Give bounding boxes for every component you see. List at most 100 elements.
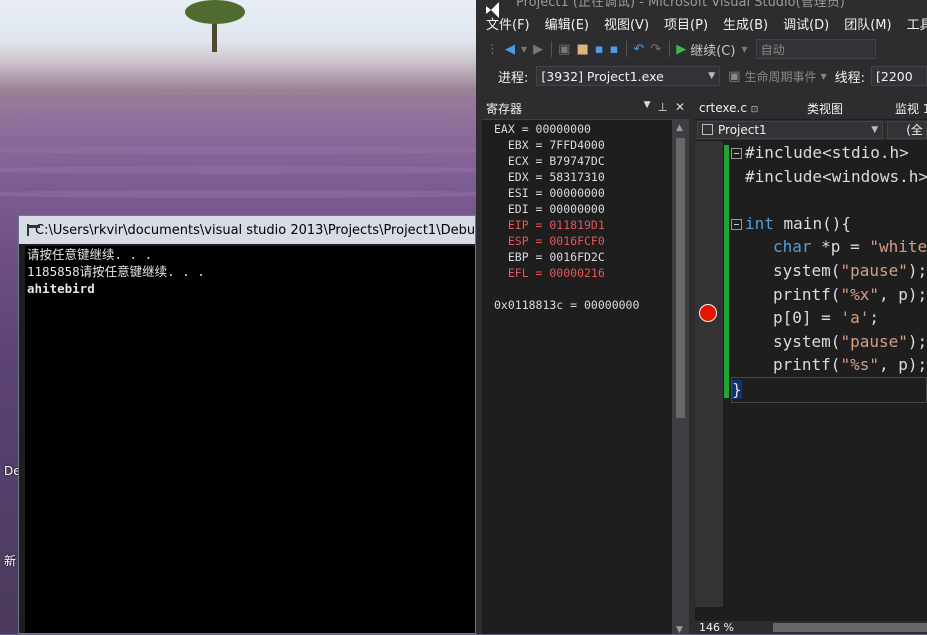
breakpoint-icon[interactable] (699, 304, 717, 322)
register-row: EBX = 7FFD4000 (494, 138, 605, 152)
breakpoint-gutter[interactable] (695, 141, 723, 607)
tab-watch-1[interactable]: 监视 1 (895, 100, 927, 117)
register-row: EFL = 00000216 (494, 266, 605, 280)
code-text: system("pause"); (773, 331, 927, 351)
menu-file[interactable]: 文件(F) (486, 14, 530, 33)
project-select[interactable]: Project1 ▼ (697, 121, 884, 139)
scroll-up-icon[interactable]: ▲ (676, 123, 683, 133)
thread-label: 线程: (834, 70, 865, 86)
code-line[interactable]: p[0] = 'a'; (731, 306, 927, 330)
lifecycle-events-icon[interactable]: ▣ (728, 69, 740, 84)
collapse-icon[interactable] (731, 218, 742, 230)
toolbar-grip-icon: ⋮ (486, 41, 499, 57)
change-tracking-bar (724, 145, 729, 398)
code-text: char *p = "whitebird"; (773, 237, 927, 257)
menu-project[interactable]: 项目(P) (664, 14, 708, 33)
desktop-icon-label[interactable]: 新 (4, 552, 16, 569)
code-text: printf("%s", p); (773, 355, 927, 375)
console-line: 1185858请按任意键继续. . . (27, 264, 205, 279)
register-row: EAX = 00000000 (494, 122, 591, 136)
redo-icon[interactable]: ↷ (650, 42, 661, 57)
console-line: ahitebird (27, 281, 95, 296)
code-text: int main(){ (745, 213, 851, 233)
navigation-bar: Project1 ▼ (全 (695, 120, 927, 140)
standard-toolbar: ⋮ ◀ ▼ ▶ ▣ ■ ▪ ▪ ↶ ↷ ▶ 继续(C) ▼ 自动 (476, 36, 927, 62)
continue-icon[interactable]: ▶ (676, 42, 686, 57)
project-icon (702, 124, 713, 135)
undo-icon[interactable]: ↶ (633, 42, 644, 57)
chevron-down-icon[interactable]: ▼ (820, 72, 826, 81)
process-label: 进程: (498, 70, 529, 86)
code-text: #include<windows.h> (745, 166, 927, 186)
menu-debug[interactable]: 调试(D) (783, 14, 829, 33)
menu-tools[interactable]: 工具 (907, 14, 927, 33)
console-output[interactable]: 请按任意键继续. . . 1185858请按任意键继续. . . ahitebi… (25, 246, 475, 633)
code-line[interactable]: char *p = "whitebird"; (731, 235, 927, 259)
visual-studio-window[interactable]: Project1 (正在调试) - Microsoft Visual Studi… (476, 0, 927, 635)
memory-watch-value: 0x0118813c = 00000000 (494, 298, 640, 312)
tab-crtexe[interactable]: crtexe.c ⊡ (699, 101, 758, 115)
console-window[interactable]: C:\Users\rkvir\documents\visual studio 2… (18, 215, 476, 634)
menu-bar: Project1 (正在调试) - Microsoft Visual Studi… (476, 0, 927, 34)
continue-button[interactable]: 继续(C) (690, 40, 735, 59)
code-line[interactable]: int main(){ (731, 212, 927, 236)
code-line[interactable]: printf("%x", p); (731, 283, 927, 307)
window-title: Project1 (正在调试) - Microsoft Visual Studi… (516, 0, 845, 10)
solution-config-select[interactable]: 自动 (755, 39, 876, 59)
menu-edit[interactable]: 编辑(E) (545, 14, 589, 33)
code-line[interactable]: #include<windows.h> (731, 165, 927, 189)
console-app-icon (27, 224, 40, 236)
code-line[interactable]: printf("%s", p); (731, 353, 927, 377)
new-project-icon[interactable]: ▣ (558, 42, 570, 57)
chevron-down-icon: ▼ (871, 125, 879, 135)
code-editor[interactable]: crtexe.c ⊡ 类视图 监视 1 Project1 ▼ (全 #inclu… (695, 97, 927, 634)
navigate-forward-icon[interactable]: ▶ (533, 42, 543, 57)
tab-label: crtexe.c (699, 101, 747, 115)
collapse-icon[interactable] (731, 148, 742, 159)
scope-select[interactable]: (全 (887, 121, 927, 139)
scrollbar-thumb[interactable] (676, 138, 685, 418)
registers-title: 寄存器 (486, 101, 523, 116)
dropdown-arrow-icon[interactable]: ▼ (521, 45, 527, 54)
continue-dropdown-icon[interactable]: ▼ (741, 45, 747, 54)
horizontal-scrollbar[interactable] (773, 623, 927, 632)
thread-select[interactable]: [2200 (871, 66, 927, 86)
code-text: p[0] = 'a'; (773, 308, 879, 328)
register-row: EDX = 58317310 (494, 170, 605, 184)
close-icon[interactable]: ✕ (675, 100, 685, 114)
lifecycle-events-button[interactable]: 生命周期事件 (744, 68, 816, 85)
registers-panel-header[interactable]: 寄存器 ▼ ⊥ ✕ (482, 97, 689, 120)
document-tabs: crtexe.c ⊡ 类视图 监视 1 (695, 97, 927, 119)
code-text: system("pause"); (773, 260, 927, 280)
console-titlebar[interactable]: C:\Users\rkvir\documents\visual studio 2… (19, 216, 475, 244)
zoom-level[interactable]: 146 % (699, 621, 734, 634)
save-icon[interactable]: ▪ (595, 42, 604, 57)
registers-panel[interactable]: 寄存器 ▼ ⊥ ✕ EAX = 00000000 EBX = 7FFD4000 … (482, 97, 689, 635)
menu-team[interactable]: 团队(M) (844, 14, 891, 33)
debug-location-toolbar: 进程: [3932] Project1.exe ▼ ▣ 生命周期事件 ▼ 线程:… (476, 64, 927, 88)
tab-class-view[interactable]: 类视图 (807, 100, 843, 117)
code-line[interactable]: #include<stdio.h> (731, 141, 927, 165)
code-line[interactable]: system("pause"); (731, 330, 927, 354)
code-line[interactable]: system("pause"); (731, 259, 927, 283)
code-line[interactable] (731, 188, 927, 212)
code-text-area[interactable]: #include<stdio.h> #include<windows.h> in… (731, 141, 927, 607)
code-text: printf("%x", p); (773, 284, 927, 304)
pin-icon[interactable]: ⊥ (657, 100, 667, 114)
menu-build[interactable]: 生成(B) (723, 14, 768, 33)
register-row: EIP = 011819D1 (494, 218, 605, 232)
save-all-icon[interactable]: ▪ (610, 42, 619, 57)
open-file-icon[interactable]: ■ (576, 42, 588, 57)
menu-view[interactable]: 视图(V) (604, 14, 649, 33)
register-row: ECX = B79747DC (494, 154, 605, 168)
panel-dropdown-icon[interactable]: ▼ (644, 100, 651, 114)
register-row: EDI = 00000000 (494, 202, 605, 216)
console-title: C:\Users\rkvir\documents\visual studio 2… (35, 222, 475, 238)
registers-list[interactable]: EAX = 00000000 EBX = 7FFD4000 ECX = B797… (482, 120, 672, 634)
register-row: ESI = 00000000 (494, 186, 605, 200)
code-text: #include<stdio.h> (745, 143, 909, 162)
navigate-back-icon[interactable]: ◀ (505, 42, 515, 57)
registers-scrollbar[interactable]: ▲ ▼ (672, 120, 689, 635)
process-select[interactable]: [3932] Project1.exe ▼ (536, 66, 721, 86)
code-line-current[interactable]: } (731, 376, 927, 403)
